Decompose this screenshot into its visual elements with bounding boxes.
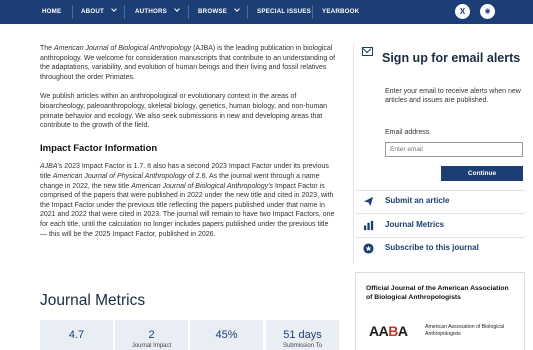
chevron-down-icon — [174, 6, 180, 12]
metric-card[interactable]: 4.7 — [40, 320, 113, 350]
submit-article-link[interactable]: Submit an article — [385, 196, 449, 205]
impact-text: Impact Factor is comprised of the papers… — [40, 182, 335, 238]
logo-text: AA — [369, 323, 389, 339]
email-label: Email address — [385, 129, 430, 136]
nav-authors[interactable]: AUTHORS — [135, 0, 180, 24]
metric-card[interactable]: 45% — [190, 320, 263, 350]
previous-title: American Journal of Physical Anthropolog… — [52, 172, 187, 180]
signup-title: Sign up for email alerts — [382, 51, 521, 65]
nav-browse[interactable]: BROWSE — [198, 0, 240, 24]
chevron-down-icon — [234, 6, 240, 12]
nav-divider — [188, 5, 189, 19]
journal-metrics-link[interactable]: Journal Metrics — [385, 220, 444, 229]
metric-card[interactable]: 51 days Submission To — [266, 320, 339, 350]
nav-special-issues[interactable]: SPECIAL ISSUES — [257, 0, 311, 24]
nav-authors-label: AUTHORS — [135, 8, 167, 15]
journal-name: American Journal of Biological Anthropol… — [54, 45, 192, 52]
signup-description: Enter your email to receive alerts when … — [385, 88, 521, 105]
metric-value: 45% — [215, 329, 238, 341]
metric-card[interactable]: 2 Journal Impact — [115, 320, 188, 350]
intro-paragraph-2: We publish articles within an anthropolo… — [40, 93, 328, 130]
email-input[interactable] — [385, 142, 523, 157]
x-twitter-icon[interactable]: X — [455, 4, 470, 19]
chevron-down-icon — [111, 6, 117, 12]
nav-yearbook[interactable]: YEARBOOK — [322, 0, 359, 24]
aaba-logo[interactable]: AABA — [369, 323, 408, 339]
official-journal-box: Official Journal of the American Associa… — [355, 272, 525, 350]
logo-text: B — [388, 323, 398, 339]
star-badge-icon — [363, 243, 374, 254]
nav-divider — [72, 5, 73, 19]
metric-value: 4.7 — [68, 329, 85, 341]
nav-home[interactable]: HOME — [42, 0, 61, 24]
mail-plus-icon — [362, 47, 373, 56]
divider — [355, 190, 525, 191]
divider — [355, 213, 525, 214]
intro-paragraph-1: The American Journal of Biological Anthr… — [40, 44, 336, 82]
nav-divider — [124, 5, 125, 19]
journal-abbrev: AJBA — [40, 163, 58, 171]
metric-value: 51 days — [283, 329, 322, 341]
nav-divider — [247, 5, 248, 19]
metric-label: Journal Impact — [131, 343, 172, 349]
continue-button[interactable]: Continue — [441, 166, 523, 181]
top-nav: HOME ABOUT AUTHORS BROWSE SPECIAL ISSUES… — [0, 0, 533, 24]
metric-label: Submission To — [283, 343, 322, 349]
intro-text: The — [40, 45, 55, 52]
nav-divider — [312, 5, 313, 19]
divider — [355, 237, 525, 238]
rss-icon[interactable]: ◉ — [480, 4, 495, 19]
nav-about[interactable]: ABOUT — [81, 0, 117, 24]
journal-metrics-heading: Journal Metrics — [40, 292, 146, 309]
paper-plane-icon — [363, 196, 374, 207]
official-journal-title: Official Journal of the American Associa… — [366, 285, 509, 301]
new-title: American Journal of Biological Anthropol… — [131, 182, 274, 190]
aaba-name: American Association of Biological Anthr… — [425, 324, 505, 337]
metric-value: 2 — [148, 329, 155, 341]
sidebar-divider — [353, 44, 354, 264]
logo-text: A — [397, 323, 408, 339]
nav-about-label: ABOUT — [81, 8, 104, 15]
main-content: The American Journal of Biological Anthr… — [40, 44, 336, 249]
bar-chart-icon — [363, 220, 374, 231]
impact-factor-paragraph: AJBA's 2023 Impact Factor is 1.7. It als… — [40, 162, 336, 239]
nav-browse-label: BROWSE — [198, 8, 228, 15]
impact-factor-heading: Impact Factor Information — [40, 142, 158, 154]
subscribe-link[interactable]: Subscribe to this journal — [385, 243, 479, 252]
